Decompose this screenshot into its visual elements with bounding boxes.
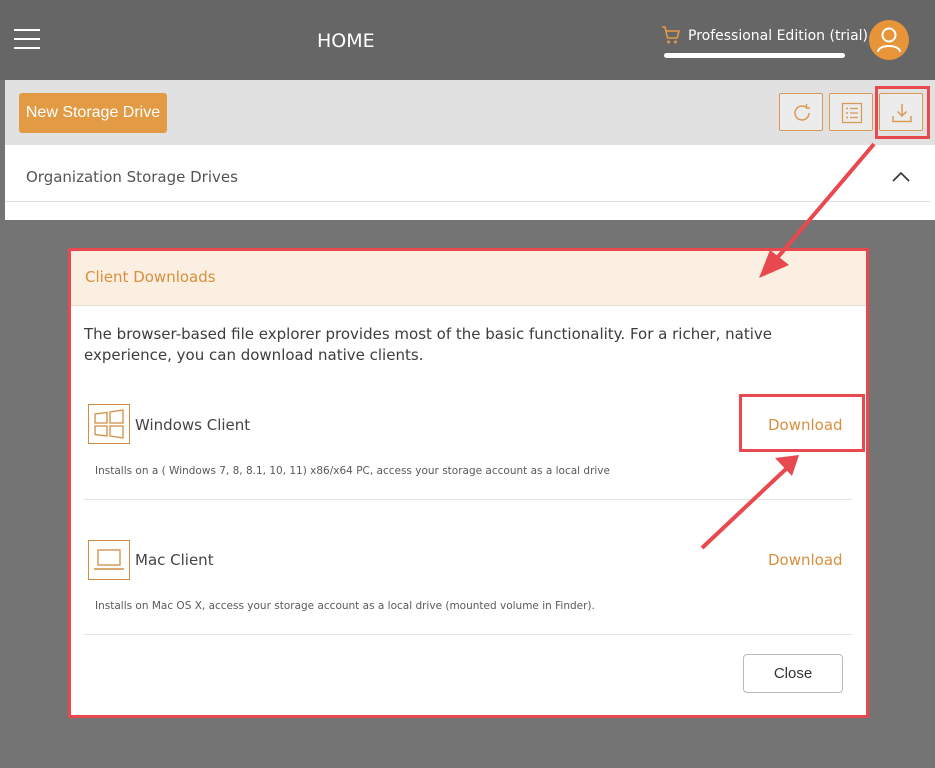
windows-client-description: Installs on a ( Windows 7, 8, 8.1, 10, 1…	[95, 465, 610, 477]
page-title: HOME	[317, 30, 375, 52]
mac-client-name: Mac Client	[135, 551, 214, 569]
drives-section-title: Organization Storage Drives	[26, 168, 238, 186]
refresh-button[interactable]	[779, 93, 823, 131]
edition-label[interactable]: Professional Edition (trial)	[688, 28, 868, 44]
refresh-icon	[794, 104, 810, 121]
download-button-highlight	[875, 86, 930, 139]
trial-progress-bar	[664, 53, 845, 58]
user-avatar-icon[interactable]	[869, 20, 909, 60]
client-separator	[84, 634, 852, 635]
windows-icon	[88, 404, 130, 444]
dialog-title: Client Downloads	[85, 268, 216, 286]
shopping-cart-icon[interactable]	[660, 24, 682, 46]
mac-download-link[interactable]: Download	[768, 551, 843, 569]
client-downloads-dialog	[68, 248, 869, 718]
windows-download-highlight	[739, 394, 865, 452]
divider	[5, 201, 930, 202]
close-button[interactable]: Close	[743, 654, 843, 693]
list-view-icon	[841, 102, 863, 124]
new-storage-drive-button[interactable]: New Storage Drive	[19, 93, 167, 133]
list-view-button[interactable]	[829, 93, 873, 131]
hamburger-menu-icon[interactable]	[14, 29, 40, 49]
dialog-description: The browser-based file explorer provides…	[84, 325, 772, 364]
mac-client-description: Installs on Mac OS X, access your storag…	[95, 600, 595, 612]
client-separator	[84, 499, 852, 500]
laptop-icon	[88, 540, 130, 580]
windows-client-name: Windows Client	[135, 416, 251, 434]
chevron-up-icon[interactable]	[892, 170, 910, 182]
